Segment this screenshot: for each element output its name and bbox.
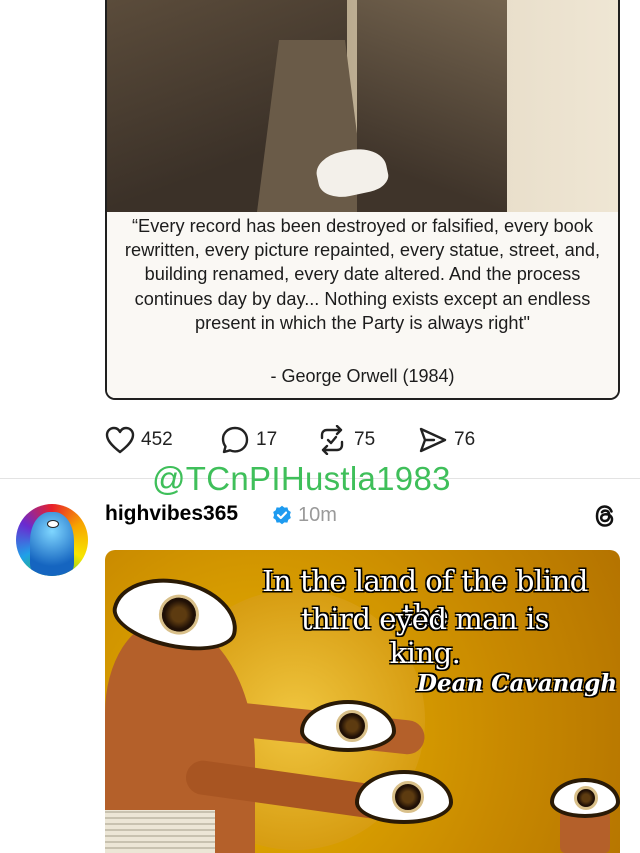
repost-count: 75 bbox=[354, 429, 376, 450]
portrait-photo bbox=[107, 0, 618, 212]
reply-button[interactable]: 17 bbox=[220, 423, 277, 457]
reply-count: 17 bbox=[256, 429, 278, 450]
post-timestamp: 10m bbox=[298, 504, 337, 526]
share-button[interactable]: 76 bbox=[418, 423, 475, 457]
like-count: 452 bbox=[141, 429, 173, 450]
like-button[interactable]: 452 bbox=[105, 423, 173, 457]
eye-illustration bbox=[355, 770, 453, 824]
heart-icon bbox=[105, 426, 135, 454]
comment-icon bbox=[221, 426, 249, 454]
quote-attribution: - George Orwell (1984) bbox=[270, 366, 455, 386]
repost-icon bbox=[320, 425, 344, 455]
threads-logo-icon[interactable] bbox=[592, 503, 618, 529]
avatar[interactable] bbox=[16, 504, 88, 576]
share-count: 76 bbox=[454, 429, 476, 450]
send-icon bbox=[419, 427, 447, 453]
verified-badge-icon bbox=[273, 505, 291, 525]
post-image-orwell-quote[interactable]: “Every record has been destroyed or fals… bbox=[105, 0, 620, 400]
username[interactable]: highvibes365 bbox=[105, 502, 238, 526]
post-image-third-eye[interactable]: In the land of the blind the third eyed … bbox=[105, 550, 620, 853]
image-quote-line-2: third eyed man is king. bbox=[300, 602, 550, 670]
watermark-text: @TCnPIHustla1983 bbox=[152, 460, 451, 497]
eye-illustration bbox=[550, 778, 620, 818]
image-signature: Dean Cavanagh bbox=[417, 670, 618, 697]
repost-button[interactable]: 75 bbox=[316, 423, 375, 457]
quote-text: “Every record has been destroyed or fals… bbox=[124, 216, 601, 333]
